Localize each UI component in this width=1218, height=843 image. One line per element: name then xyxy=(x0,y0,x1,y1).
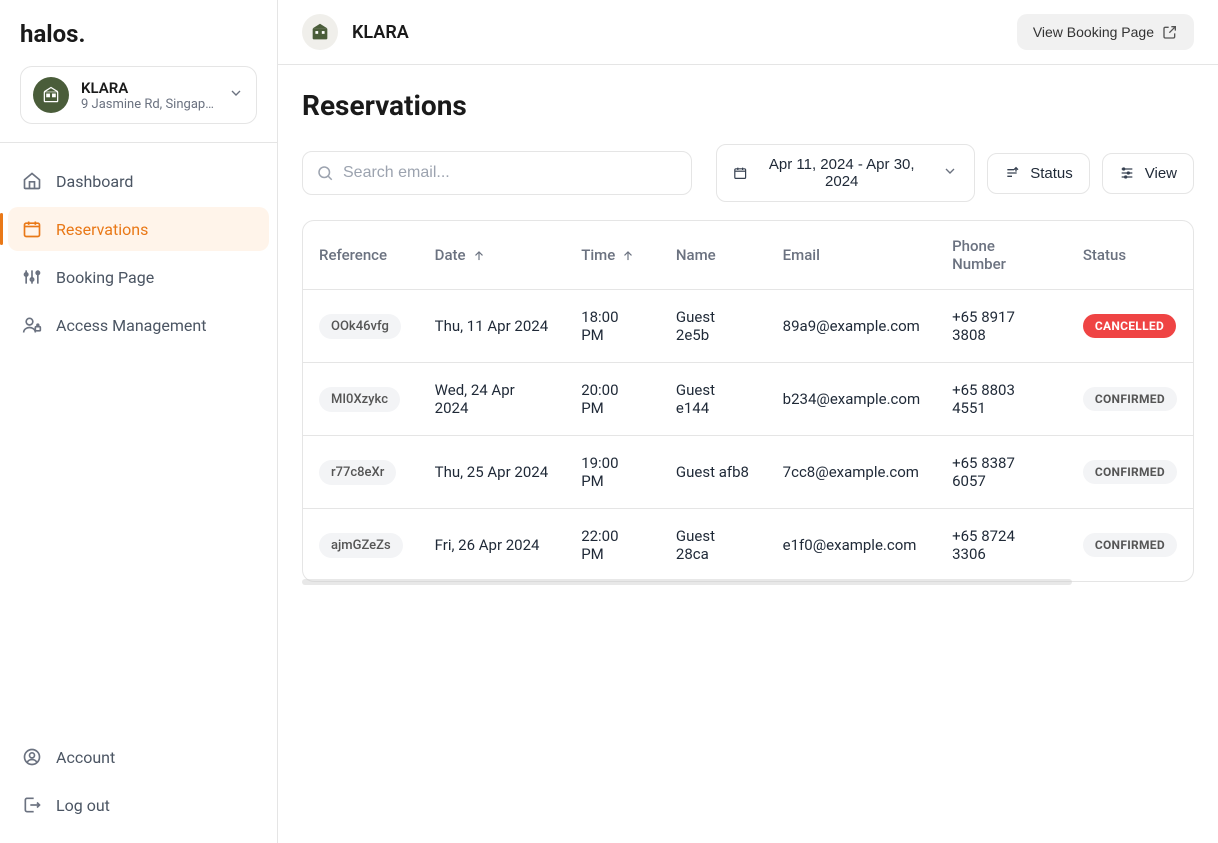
col-reference[interactable]: Reference xyxy=(303,221,419,290)
cell-email: e1f0@example.com xyxy=(767,509,936,582)
cell-phone: +65 8387 6057 xyxy=(936,436,1067,509)
nav-reservations[interactable]: Reservations xyxy=(8,207,269,251)
chevron-down-icon xyxy=(942,163,958,183)
cell-email: 7cc8@example.com xyxy=(767,436,936,509)
cell-time: 22:00 PM xyxy=(565,509,660,582)
reference-pill: r77c8eXr xyxy=(319,460,396,485)
cell-email: 89a9@example.com xyxy=(767,290,936,363)
table-row[interactable]: MI0Xzykc Wed, 24 Apr 202420:00 PMGuest e1… xyxy=(303,363,1193,436)
columns-icon xyxy=(1119,165,1135,181)
user-lock-icon xyxy=(22,315,42,335)
nav-label: Booking Page xyxy=(56,268,154,287)
nav-dashboard[interactable]: Dashboard xyxy=(8,159,269,203)
org-address: 9 Jasmine Rd, Singapo... xyxy=(81,97,216,112)
cell-time: 18:00 PM xyxy=(565,290,660,363)
date-range-button[interactable]: Apr 11, 2024 - Apr 30, 2024 xyxy=(716,144,975,202)
view-label: View xyxy=(1145,165,1177,182)
cell-time: 19:00 PM xyxy=(565,436,660,509)
table-row[interactable]: r77c8eXr Thu, 25 Apr 202419:00 PMGuest af… xyxy=(303,436,1193,509)
status-label: Status xyxy=(1030,165,1073,182)
nav-label: Reservations xyxy=(56,220,148,239)
nav-label: Dashboard xyxy=(56,172,133,191)
reference-pill: MI0Xzykc xyxy=(319,387,400,412)
sliders-icon xyxy=(22,267,42,287)
cell-name: Guest afb8 xyxy=(660,436,767,509)
nav-logout[interactable]: Log out xyxy=(8,783,269,827)
brand-logo: halos. xyxy=(20,20,257,48)
cell-date: Fri, 26 Apr 2024 xyxy=(419,509,566,582)
reservations-table: Reference Date Time Name Email Phone Num… xyxy=(302,220,1194,582)
logout-icon xyxy=(22,795,42,815)
col-time[interactable]: Time xyxy=(565,221,660,290)
cell-name: Guest 2e5b xyxy=(660,290,767,363)
col-phone[interactable]: Phone Number xyxy=(936,221,1067,290)
user-circle-icon xyxy=(22,747,42,767)
view-booking-page-button[interactable]: View Booking Page xyxy=(1017,14,1194,50)
nav-booking-page[interactable]: Booking Page xyxy=(8,255,269,299)
status-badge: CONFIRMED xyxy=(1083,533,1177,557)
chevron-down-icon xyxy=(228,85,244,105)
cell-email: b234@example.com xyxy=(767,363,936,436)
cell-name: Guest 28ca xyxy=(660,509,767,582)
button-label: View Booking Page xyxy=(1033,24,1154,40)
cell-time: 20:00 PM xyxy=(565,363,660,436)
cell-phone: +65 8724 3306 xyxy=(936,509,1067,582)
calendar-icon xyxy=(22,219,42,239)
horizontal-scrollbar[interactable] xyxy=(302,579,1072,585)
calendar-icon xyxy=(733,165,747,181)
cell-phone: +65 8803 4551 xyxy=(936,363,1067,436)
cell-date: Thu, 11 Apr 2024 xyxy=(419,290,566,363)
search-icon xyxy=(316,164,334,182)
filter-icon xyxy=(1004,165,1020,181)
view-columns-button[interactable]: View xyxy=(1102,153,1194,194)
sort-asc-icon xyxy=(472,249,486,263)
external-link-icon xyxy=(1162,24,1178,40)
reference-pill: ajmGZeZs xyxy=(319,533,403,558)
nav-access-management[interactable]: Access Management xyxy=(8,303,269,347)
cell-phone: +65 8917 3808 xyxy=(936,290,1067,363)
cell-name: Guest e144 xyxy=(660,363,767,436)
page-title: Reservations xyxy=(302,89,1194,122)
date-range-label: Apr 11, 2024 - Apr 30, 2024 xyxy=(759,156,924,190)
cell-date: Thu, 25 Apr 2024 xyxy=(419,436,566,509)
table-row[interactable]: OOk46vfg Thu, 11 Apr 202418:00 PMGuest 2e… xyxy=(303,290,1193,363)
topbar-title: KLARA xyxy=(352,22,409,43)
col-email[interactable]: Email xyxy=(767,221,936,290)
nav-account[interactable]: Account xyxy=(8,735,269,779)
org-selector[interactable]: KLARA 9 Jasmine Rd, Singapo... xyxy=(20,66,257,124)
reference-pill: OOk46vfg xyxy=(319,314,401,339)
col-date[interactable]: Date xyxy=(419,221,566,290)
topbar-org-avatar xyxy=(302,14,338,50)
status-filter-button[interactable]: Status xyxy=(987,153,1090,194)
table-row[interactable]: ajmGZeZs Fri, 26 Apr 202422:00 PMGuest 28… xyxy=(303,509,1193,582)
home-icon xyxy=(22,171,42,191)
nav-label: Account xyxy=(56,748,115,767)
status-badge: CONFIRMED xyxy=(1083,387,1177,411)
org-avatar-icon xyxy=(33,77,69,113)
status-badge: CONFIRMED xyxy=(1083,460,1177,484)
cell-date: Wed, 24 Apr 2024 xyxy=(419,363,566,436)
status-badge: CANCELLED xyxy=(1083,314,1176,338)
nav-label: Log out xyxy=(56,796,110,815)
nav-label: Access Management xyxy=(56,316,206,335)
col-name[interactable]: Name xyxy=(660,221,767,290)
search-input[interactable] xyxy=(302,151,692,195)
org-name: KLARA xyxy=(81,79,216,97)
sort-asc-icon xyxy=(621,249,635,263)
col-status[interactable]: Status xyxy=(1067,221,1193,290)
